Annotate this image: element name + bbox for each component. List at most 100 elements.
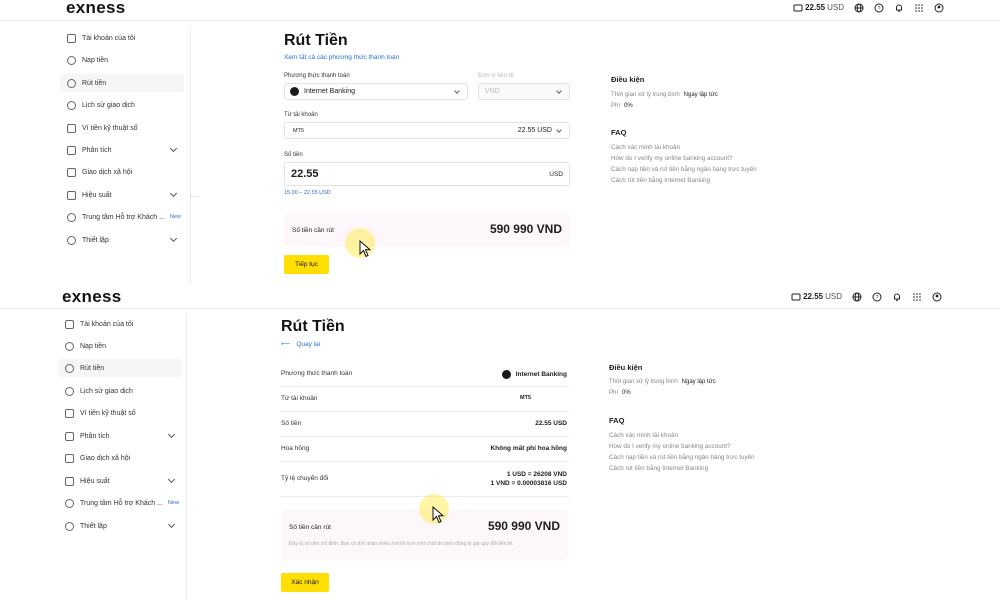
row-key: Số tiền — [281, 420, 302, 427]
account-balance: 22.55 USD — [517, 127, 552, 134]
exness-logo[interactable]: exness — [62, 287, 121, 307]
from-account-select[interactable]: MT5 22.55 USD — [284, 122, 570, 139]
bell-icon[interactable] — [891, 291, 902, 302]
chevron-down-icon — [167, 520, 176, 529]
sidebar-item-social-trading[interactable]: Giao dịch xã hội — [60, 163, 184, 181]
heart-icon — [65, 498, 74, 508]
row-key: Tỷ lệ chuyển đổi — [281, 475, 329, 482]
help-icon[interactable]: ? — [871, 291, 882, 302]
history-icon — [67, 100, 76, 110]
deposit-icon — [67, 55, 76, 65]
sidebar-item-label: Lịch sử giao dịch — [80, 387, 133, 395]
back-link[interactable]: ⟵ Quay lại — [281, 340, 320, 348]
globe-icon[interactable] — [851, 291, 862, 302]
sidebar-item-settings[interactable]: Thiết lập — [60, 231, 184, 249]
sidebar-item-label: Ví tiền kỹ thuật số — [82, 124, 138, 132]
continue-button[interactable]: Tiếp tục — [284, 255, 329, 274]
arrow-left-icon: ⟵ — [281, 341, 291, 348]
faq-link[interactable]: How do I verify my online banking accoun… — [609, 443, 730, 450]
sidebar-item-wallet[interactable]: Ví tiền kỹ thuật số — [58, 404, 182, 422]
summary-row-method: Phương thức thanh toán Internet Banking — [281, 362, 569, 387]
sidebar-item-analytics[interactable]: Phân tích — [60, 141, 184, 159]
grid-icon — [65, 319, 74, 329]
sidebar-item-performance[interactable]: Hiệu suất — [58, 472, 182, 490]
analytics-icon — [67, 145, 76, 155]
fee-value: 0% — [624, 103, 633, 109]
faq-link[interactable]: Cách xác minh tài khoản — [609, 432, 678, 439]
sidebar-item-my-accounts[interactable]: Tài khoản của tôi — [60, 29, 184, 47]
row-value: 22.55 USD — [535, 420, 567, 427]
balance-display[interactable]: 22.55 USD — [792, 2, 844, 13]
wallet-icon — [790, 291, 801, 302]
sidebar-item-deposit[interactable]: Nạp tiền — [58, 337, 182, 355]
balance-display[interactable]: 22.55 USD — [790, 291, 842, 302]
apps-grid-icon[interactable] — [913, 2, 924, 13]
sidebar-item-performance[interactable]: Hiệu suất — [60, 186, 184, 204]
sidebar-item-label: Hiệu suất — [80, 477, 110, 485]
faq-link[interactable]: Cách rút tiền bằng Internet Banking — [611, 177, 710, 184]
wallet-icon — [67, 123, 76, 133]
sidebar-item-analytics[interactable]: Phân tích — [58, 427, 182, 445]
payment-method-select[interactable]: Internet Banking — [284, 83, 468, 100]
amount-label: Số tiền — [284, 152, 303, 158]
payment-method-value: Internet Banking — [304, 88, 355, 95]
row-value: 1 USD = 26208 VND — [506, 471, 567, 478]
amount-input[interactable]: 22.55 USD — [284, 162, 570, 186]
fee-value: 0% — [622, 390, 631, 396]
sidebar-item-deposit[interactable]: Nạp tiền — [60, 51, 184, 69]
withdraw-form-screen: exness 22.55 USD ? Tài khoản của tôi Nạp… — [0, 0, 1000, 283]
header-actions: 22.55 USD ? — [790, 291, 942, 302]
exness-logo[interactable]: exness — [66, 0, 125, 18]
row-key: Từ tài khoản — [281, 395, 318, 402]
chevron-down-icon — [556, 88, 562, 94]
currency-label: Đơn vị tiền tệ — [478, 73, 514, 79]
page-title: Rút Tiền — [284, 32, 348, 49]
bank-icon — [501, 370, 511, 379]
sidebar-item-settings[interactable]: Thiết lập — [58, 517, 182, 535]
processing-time-value: Ngay lập tức — [683, 92, 718, 98]
chevron-down-icon — [169, 234, 178, 243]
apps-grid-icon[interactable] — [911, 291, 922, 302]
conditions-heading: Điều kiện — [611, 75, 645, 84]
conditions-heading: Điều kiện — [609, 363, 643, 372]
from-account-label: Từ tài khoản — [284, 112, 318, 118]
sidebar-item-label: Tài khoản của tôi — [80, 320, 134, 328]
faq-link[interactable]: Cách rút tiền bằng Internet Banking — [609, 465, 708, 472]
bell-icon[interactable] — [893, 2, 904, 13]
total-disclaimer: Đây là số tiền chỉ định. Bạn có thể nhận… — [289, 541, 514, 547]
faq-link[interactable]: Cách nạp tiền và rút tiền bằng ngân hàng… — [609, 454, 755, 461]
faq-link[interactable]: How do I verify my online banking accoun… — [611, 155, 732, 162]
help-icon[interactable]: ? — [873, 2, 884, 13]
faq-link[interactable]: Cách xác minh tài khoản — [611, 144, 680, 151]
sidebar-item-wallet[interactable]: Ví tiền kỹ thuật số — [60, 119, 184, 137]
sidebar-item-withdraw[interactable]: Rút tiền — [58, 359, 182, 377]
back-link-label: Quay lại — [296, 341, 321, 348]
deposit-icon — [65, 341, 74, 351]
processing-time-row: Thời gian xử lý trung bình Ngay lập tức — [609, 379, 716, 385]
row-value: MT5 — [520, 395, 531, 401]
confirm-button[interactable]: Xác nhận — [281, 573, 329, 592]
sidebar-item-label: Rút tiền — [80, 364, 105, 372]
sidebar-item-label: Nạp tiền — [80, 342, 107, 350]
top-header: exness 22.55 USD ? — [0, 286, 1000, 309]
sidebar-item-label: Thiết lập — [82, 236, 109, 244]
sidebar-item-support[interactable]: Trung tâm Hỗ trợ Khách ... New — [58, 494, 182, 512]
faq-link[interactable]: Cách nạp tiền và rút tiền bằng ngân hàng… — [611, 166, 757, 173]
sidebar-nav: Tài khoản của tôi Nạp tiền Rút tiền Lịch… — [58, 314, 187, 600]
profile-icon[interactable] — [931, 291, 942, 302]
sidebar-item-social-trading[interactable]: Giao dịch xã hội — [58, 449, 182, 467]
profile-icon[interactable] — [933, 2, 944, 13]
row-key: Hoa hồng — [281, 445, 310, 452]
wallet-icon — [65, 408, 74, 418]
see-all-methods-link[interactable]: Xem tất cả các phương thức thanh toán — [284, 54, 399, 61]
sidebar-item-my-accounts[interactable]: Tài khoản của tôi — [58, 315, 182, 333]
sidebar-item-withdraw[interactable]: Rút tiền — [60, 74, 184, 92]
sidebar-item-history[interactable]: Lịch sử giao dịch — [58, 382, 182, 400]
sidebar-item-support[interactable]: Trung tâm Hỗ trợ Khách ... New — [60, 208, 184, 226]
currency-select[interactable]: VND — [478, 83, 570, 100]
svg-text:?: ? — [875, 295, 878, 301]
total-label: Số tiền cần rút — [292, 227, 334, 234]
account-type: MT5 — [293, 127, 304, 134]
sidebar-item-history[interactable]: Lịch sử giao dịch — [60, 96, 184, 114]
globe-icon[interactable] — [853, 2, 864, 13]
